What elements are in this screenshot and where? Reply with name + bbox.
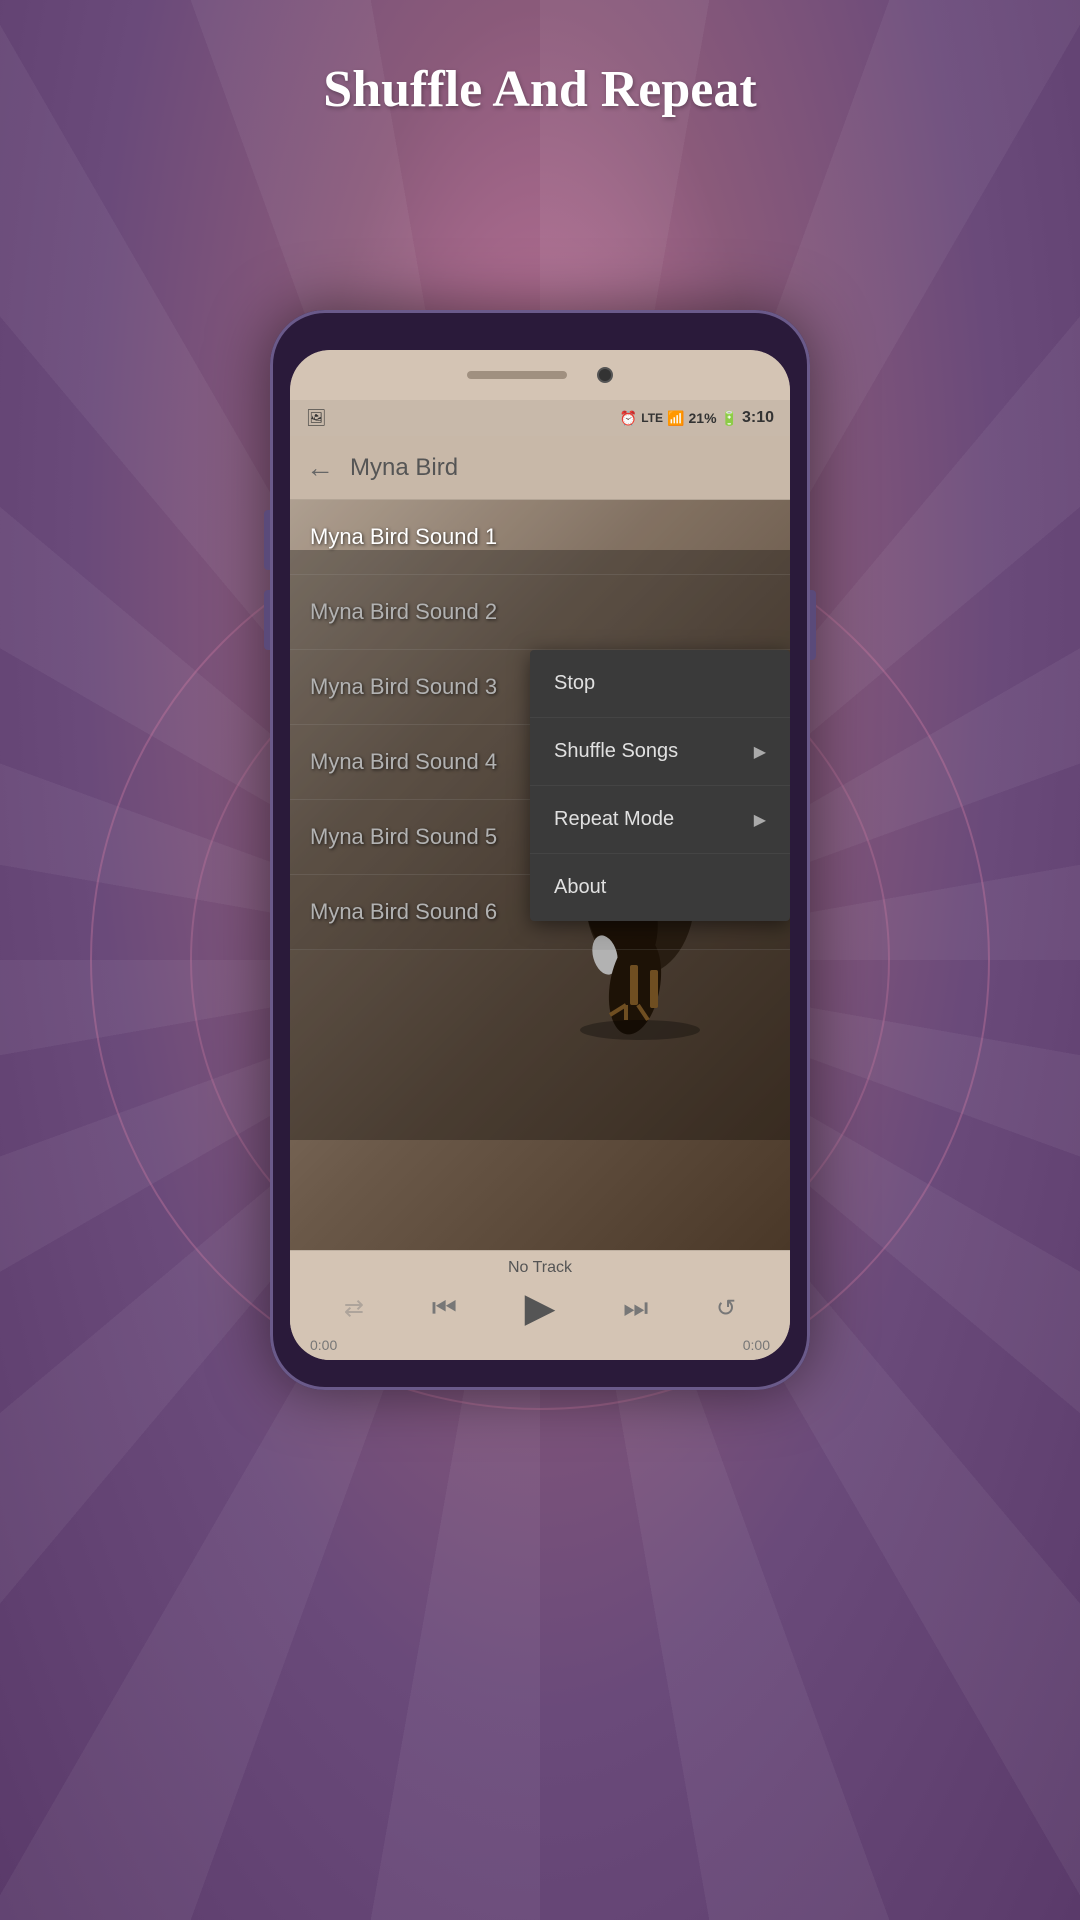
next-button[interactable]: ⏭ (623, 1292, 648, 1325)
context-menu: Stop Shuffle Songs ▶ Repeat Mode ▶ About (530, 650, 790, 921)
wifi-icon: 📶 (667, 410, 684, 427)
power-button[interactable] (810, 590, 816, 660)
player-time: 0:00 0:00 (290, 1335, 790, 1355)
menu-item-repeat-mode[interactable]: Repeat Mode ▶ (530, 786, 790, 854)
phone-top-bar (290, 350, 790, 400)
play-button[interactable]: ▶ (525, 1285, 556, 1331)
current-track-name: No Track (290, 1251, 790, 1281)
time-display: 3:10 (742, 409, 774, 427)
player-controls: ⇄ ⏮ ▶ ⏭ ↺ (290, 1281, 790, 1335)
song-list: Myna Bird Sound 1 Myna Bird Sound 2 Myna… (290, 500, 790, 1250)
alarm-icon: ⏰ (620, 410, 637, 427)
phone-camera (597, 367, 613, 383)
app-title: Myna Bird (350, 454, 458, 482)
volume-down-button[interactable] (264, 590, 270, 650)
lte-label: LTE (641, 411, 663, 425)
repeat-mode-arrow: ▶ (754, 810, 766, 830)
page-title: Shuffle And Repeat (0, 60, 1080, 119)
battery-icon: 🔋 (721, 410, 738, 427)
time-end: 0:00 (743, 1337, 770, 1353)
shuffle-button[interactable]: ⇄ (344, 1294, 364, 1323)
phone-screen: 🖼 ⏰ LTE 📶 21% 🔋 3:10 ← Myna Bird (290, 350, 790, 1360)
back-button[interactable]: ← (306, 452, 334, 484)
repeat-button[interactable]: ↺ (716, 1294, 736, 1323)
context-menu-overlay[interactable]: Stop Shuffle Songs ▶ Repeat Mode ▶ About (290, 550, 790, 1140)
bottom-player: No Track ⇄ ⏮ ▶ ⏭ ↺ 0:00 0:00 (290, 1250, 790, 1360)
volume-up-button[interactable] (264, 510, 270, 570)
gallery-icon: 🖼 (306, 408, 326, 428)
menu-item-shuffle-songs[interactable]: Shuffle Songs ▶ (530, 718, 790, 786)
app-header: ← Myna Bird (290, 436, 790, 500)
time-start: 0:00 (310, 1337, 337, 1353)
battery-percent: 21% (689, 410, 717, 426)
shuffle-songs-arrow: ▶ (754, 742, 766, 762)
status-right: ⏰ LTE 📶 21% 🔋 3:10 (620, 409, 774, 427)
phone-speaker (467, 371, 567, 379)
prev-button[interactable]: ⏮ (432, 1292, 457, 1325)
menu-item-about[interactable]: About (530, 854, 790, 921)
status-icons: 🖼 (306, 408, 326, 428)
menu-item-stop[interactable]: Stop (530, 650, 790, 718)
status-bar: 🖼 ⏰ LTE 📶 21% 🔋 3:10 (290, 400, 790, 436)
phone-frame: 🖼 ⏰ LTE 📶 21% 🔋 3:10 ← Myna Bird (270, 310, 810, 1390)
